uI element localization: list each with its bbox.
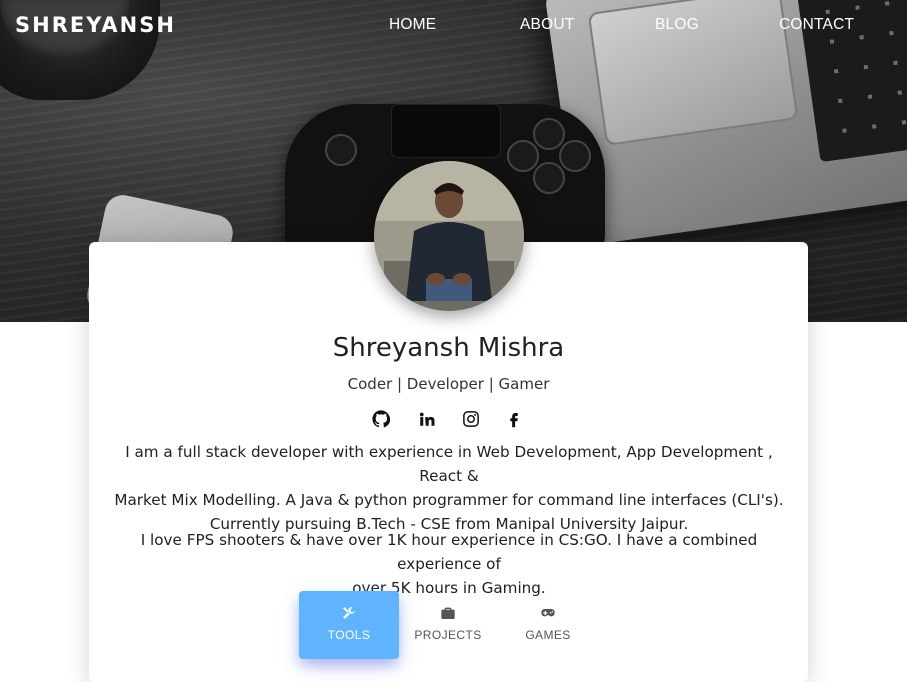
bio-paragraph-1: I am a full stack developer with experie… bbox=[113, 440, 785, 536]
tab-tools[interactable]: TOOLS bbox=[299, 591, 399, 659]
nav-home[interactable]: HOME bbox=[389, 16, 436, 34]
bio-line: I am a full stack developer with experie… bbox=[125, 443, 773, 485]
bio-line: Market Mix Modelling. A Java & python pr… bbox=[114, 491, 784, 509]
profile-tagline: Coder | Developer | Gamer bbox=[347, 375, 550, 393]
linkedin-icon[interactable] bbox=[418, 410, 438, 430]
profile-name: Shreyansh Mishra bbox=[332, 333, 565, 363]
gamepad-icon bbox=[541, 609, 555, 617]
nav-about[interactable]: ABOUT bbox=[520, 16, 574, 34]
tools-icon bbox=[343, 607, 355, 619]
tab-projects[interactable]: PROJECTS bbox=[398, 591, 498, 659]
social-links bbox=[372, 410, 542, 432]
github-icon[interactable] bbox=[372, 410, 392, 430]
tab-projects-label: PROJECTS bbox=[414, 628, 482, 642]
facebook-icon[interactable] bbox=[505, 410, 525, 430]
instagram-icon[interactable] bbox=[462, 410, 482, 430]
tab-games-label: GAMES bbox=[525, 628, 571, 642]
profile-avatar bbox=[374, 161, 524, 311]
bio-paragraph-2: I love FPS shooters & have over 1K hour … bbox=[113, 528, 785, 600]
nav-blog[interactable]: BLOG bbox=[655, 16, 699, 34]
briefcase-icon bbox=[441, 607, 455, 619]
nav-contact[interactable]: CONTACT bbox=[779, 16, 854, 34]
tab-tools-label: TOOLS bbox=[327, 628, 371, 642]
bio-line: I love FPS shooters & have over 1K hour … bbox=[140, 531, 758, 573]
site-brand[interactable]: SHREYANSH bbox=[15, 13, 176, 37]
tab-games[interactable]: GAMES bbox=[498, 591, 598, 659]
